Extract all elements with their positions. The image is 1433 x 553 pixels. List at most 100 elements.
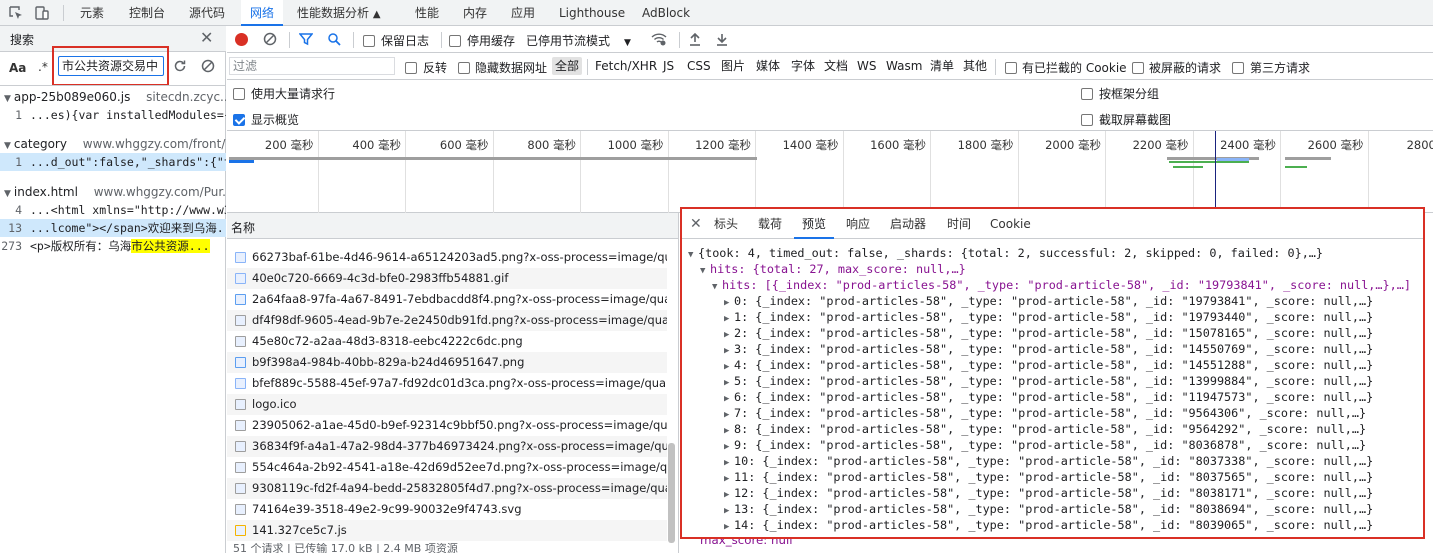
search-result-file[interactable]: ▼ category www.whggzy.com/front/... <box>0 135 226 153</box>
big-rows-checkbox[interactable] <box>233 86 245 100</box>
tab-performance-insights[interactable]: 性能数据分析 ▲ <box>297 0 381 26</box>
blocked-requests-checkbox[interactable] <box>1132 60 1144 74</box>
search-result-line[interactable]: 273 <p>版权所有：乌海市公共资源... <box>0 237 226 255</box>
json-hit-item[interactable]: ▶ 10: {_index: "prod-articles-58", _type:… <box>724 453 1373 469</box>
json-hit-item[interactable]: ▶ 1: {_index: "prod-articles-58", _type: … <box>724 309 1373 325</box>
throttling-select[interactable]: 已停用节流模式 ▼ <box>526 32 631 49</box>
json-hit-item[interactable]: ▶ 2: {_index: "prod-articles-58", _type: … <box>724 325 1373 341</box>
request-row[interactable]: 554c464a-2b92-4541-a18e-42d69d52ee7d.png… <box>227 457 667 478</box>
tab-application[interactable]: 应用 <box>511 0 535 26</box>
record-icon[interactable] <box>235 33 248 46</box>
request-row[interactable]: 45e80c72-a2aa-48d3-8318-eebc4222c6dc.png <box>227 331 667 352</box>
tab-sources[interactable]: 源代码 <box>189 0 225 26</box>
filter-type-manifest[interactable]: 清单 <box>927 57 957 75</box>
json-hit-item[interactable]: ▶ 0: {_index: "prod-articles-58", _type: … <box>724 293 1373 309</box>
search-result-file[interactable]: ▼ app-25b089e060.js sitecdn.zcyc... <box>0 88 226 106</box>
tab-adblock[interactable]: AdBlock <box>642 0 690 26</box>
group-by-frame-checkbox[interactable] <box>1081 86 1093 100</box>
json-hit-item[interactable]: ▶ 11: {_index: "prod-articles-58", _type:… <box>724 469 1373 485</box>
scrollbar-thumb[interactable] <box>668 443 675 543</box>
tab-lighthouse[interactable]: Lighthouse <box>559 0 625 26</box>
filter-type-other[interactable]: 其他 <box>960 57 990 75</box>
clear-icon[interactable] <box>263 32 277 49</box>
device-toolbar-icon[interactable] <box>34 5 50 21</box>
tab-elements[interactable]: 元素 <box>80 0 104 26</box>
request-row[interactable]: logo.ico <box>227 394 667 415</box>
request-row[interactable]: 40e0c720-6669-4c3d-bfe0-2983ffb54881.gif <box>227 268 667 289</box>
filter-type-fetch-xhr[interactable]: Fetch/XHR <box>592 57 660 75</box>
json-hit-item[interactable]: ▶ 14: {_index: "prod-articles-58", _type:… <box>724 517 1373 533</box>
request-row[interactable]: 36834f9f-a4a1-47a2-98d4-377b46973424.png… <box>227 436 667 457</box>
filter-type-ws[interactable]: WS <box>854 57 879 75</box>
tab-response[interactable]: 响应 <box>846 209 870 239</box>
filter-type-css[interactable]: CSS <box>684 57 714 75</box>
search-result-line[interactable]: 1 ...es){var installedModules={};fun... <box>0 106 226 124</box>
hide-data-urls-checkbox[interactable] <box>458 60 470 74</box>
tab-performance[interactable]: 性能 <box>415 0 439 26</box>
request-row[interactable]: 74164e39-3518-49e2-9c99-90032e9f4743.svg <box>227 499 667 520</box>
filter-icon[interactable] <box>298 32 314 49</box>
third-party-checkbox[interactable] <box>1232 60 1244 74</box>
inspect-element-icon[interactable] <box>8 5 24 21</box>
name-column-header[interactable]: 名称 <box>231 219 255 236</box>
request-row[interactable]: 66273baf-61be-4d46-9614-a65124203ad5.png… <box>227 247 667 268</box>
close-detail-icon[interactable]: ✕ <box>690 209 702 239</box>
request-row[interactable]: 141.327ce5c7.js <box>227 520 667 541</box>
search-result-line[interactable]: 13 ...lcome"></span>欢迎来到乌海... <box>0 219 226 237</box>
tab-preview[interactable]: 预览 <box>794 209 835 239</box>
disable-cache-checkbox[interactable] <box>449 33 461 47</box>
blocked-cookies-checkbox[interactable] <box>1005 60 1017 74</box>
show-overview-checkbox[interactable] <box>233 112 245 126</box>
request-row[interactable]: b9f398a4-984b-40bb-829a-b24d46951647.png <box>227 352 667 373</box>
request-row[interactable]: 9308119c-fd2f-4a94-bedd-25832805f4d7.png… <box>227 478 667 499</box>
tab-payload[interactable]: 载荷 <box>758 209 782 239</box>
tab-headers[interactable]: 标头 <box>714 209 738 239</box>
search-result-line[interactable]: 1 ...d_out":false,"_shards":{"total":... <box>0 153 226 171</box>
json-hit-item[interactable]: ▶ 12: {_index: "prod-articles-58", _type:… <box>724 485 1373 501</box>
tab-memory[interactable]: 内存 <box>463 0 487 26</box>
filter-type-media[interactable]: 媒体 <box>753 57 783 75</box>
tab-timing[interactable]: 时间 <box>947 209 971 239</box>
filter-input[interactable]: 过滤 <box>229 57 395 75</box>
search-result-line[interactable]: 4 ...<html xmlns="http://www.w3.o... <box>0 201 226 219</box>
json-hits[interactable]: ▼ hits: {total: 27, max_score: null,…} <box>700 261 966 277</box>
filter-type-js[interactable]: JS <box>660 57 677 75</box>
search-input[interactable]: 市公共资源交易中 <box>58 56 164 76</box>
tab-initiator[interactable]: 启动器 <box>890 209 926 239</box>
request-row[interactable]: df4f98df-9605-4ead-9b7e-2e2450db91fd.png… <box>227 310 667 331</box>
filter-type-doc[interactable]: 文档 <box>821 57 851 75</box>
filter-type-wasm[interactable]: Wasm <box>883 57 925 75</box>
filter-type-font[interactable]: 字体 <box>788 57 818 75</box>
json-hit-item[interactable]: ▶ 8: {_index: "prod-articles-58", _type: … <box>724 421 1366 437</box>
json-hit-item[interactable]: ▶ 6: {_index: "prod-articles-58", _type: … <box>724 389 1373 405</box>
tab-cookies[interactable]: Cookie <box>990 209 1031 239</box>
capture-screenshots-checkbox[interactable] <box>1081 112 1093 126</box>
tab-console[interactable]: 控制台 <box>129 0 165 26</box>
request-row[interactable]: 2a64faa8-97fa-4a67-8491-7ebdbacdd8f4.png… <box>227 289 667 310</box>
json-hits-array[interactable]: ▼ hits: [{_index: "prod-articles-58", _ty… <box>712 277 1411 293</box>
search-result-file[interactable]: ▼ index.html www.whggzy.com/Pur... <box>0 183 226 201</box>
network-conditions-icon[interactable] <box>651 31 667 50</box>
search-icon[interactable] <box>327 32 341 49</box>
filter-type-img[interactable]: 图片 <box>718 57 748 75</box>
json-hit-item[interactable]: ▶ 5: {_index: "prod-articles-58", _type: … <box>724 373 1373 389</box>
match-case-toggle[interactable]: Aa <box>9 61 26 75</box>
request-row[interactable]: 23905062-a1ae-45d0-b9ef-92314c9bbf50.png… <box>227 415 667 436</box>
close-icon[interactable]: ✕ <box>200 28 213 47</box>
request-row[interactable]: bfef889c-5588-45ef-97a7-fd92dc01d3ca.png… <box>227 373 667 394</box>
regex-toggle[interactable]: .* <box>38 60 48 74</box>
json-hit-item[interactable]: ▶ 13: {_index: "prod-articles-58", _type:… <box>724 501 1373 517</box>
download-icon[interactable] <box>716 32 728 49</box>
clear-search-icon[interactable] <box>201 59 215 76</box>
json-root[interactable]: ▼ {took: 4, timed_out: false, _shards: {t… <box>688 245 1323 261</box>
refresh-icon[interactable] <box>173 59 187 76</box>
network-overview[interactable]: 200 毫秒 400 毫秒 600 毫秒 800 毫秒 1000 毫秒 1200 毫秒 14… <box>227 131 1433 213</box>
json-hit-item[interactable]: ▶ 4: {_index: "prod-articles-58", _type: … <box>724 357 1373 373</box>
filter-type-all[interactable]: 全部 <box>552 57 583 75</box>
upload-icon[interactable] <box>689 32 701 49</box>
json-hit-item[interactable]: ▶ 3: {_index: "prod-articles-58", _type: … <box>724 341 1373 357</box>
json-hit-item[interactable]: ▶ 9: {_index: "prod-articles-58", _type: … <box>724 437 1366 453</box>
invert-checkbox[interactable] <box>405 60 417 74</box>
json-hit-item[interactable]: ▶ 7: {_index: "prod-articles-58", _type: … <box>724 405 1366 421</box>
preserve-log-checkbox[interactable] <box>363 33 375 47</box>
